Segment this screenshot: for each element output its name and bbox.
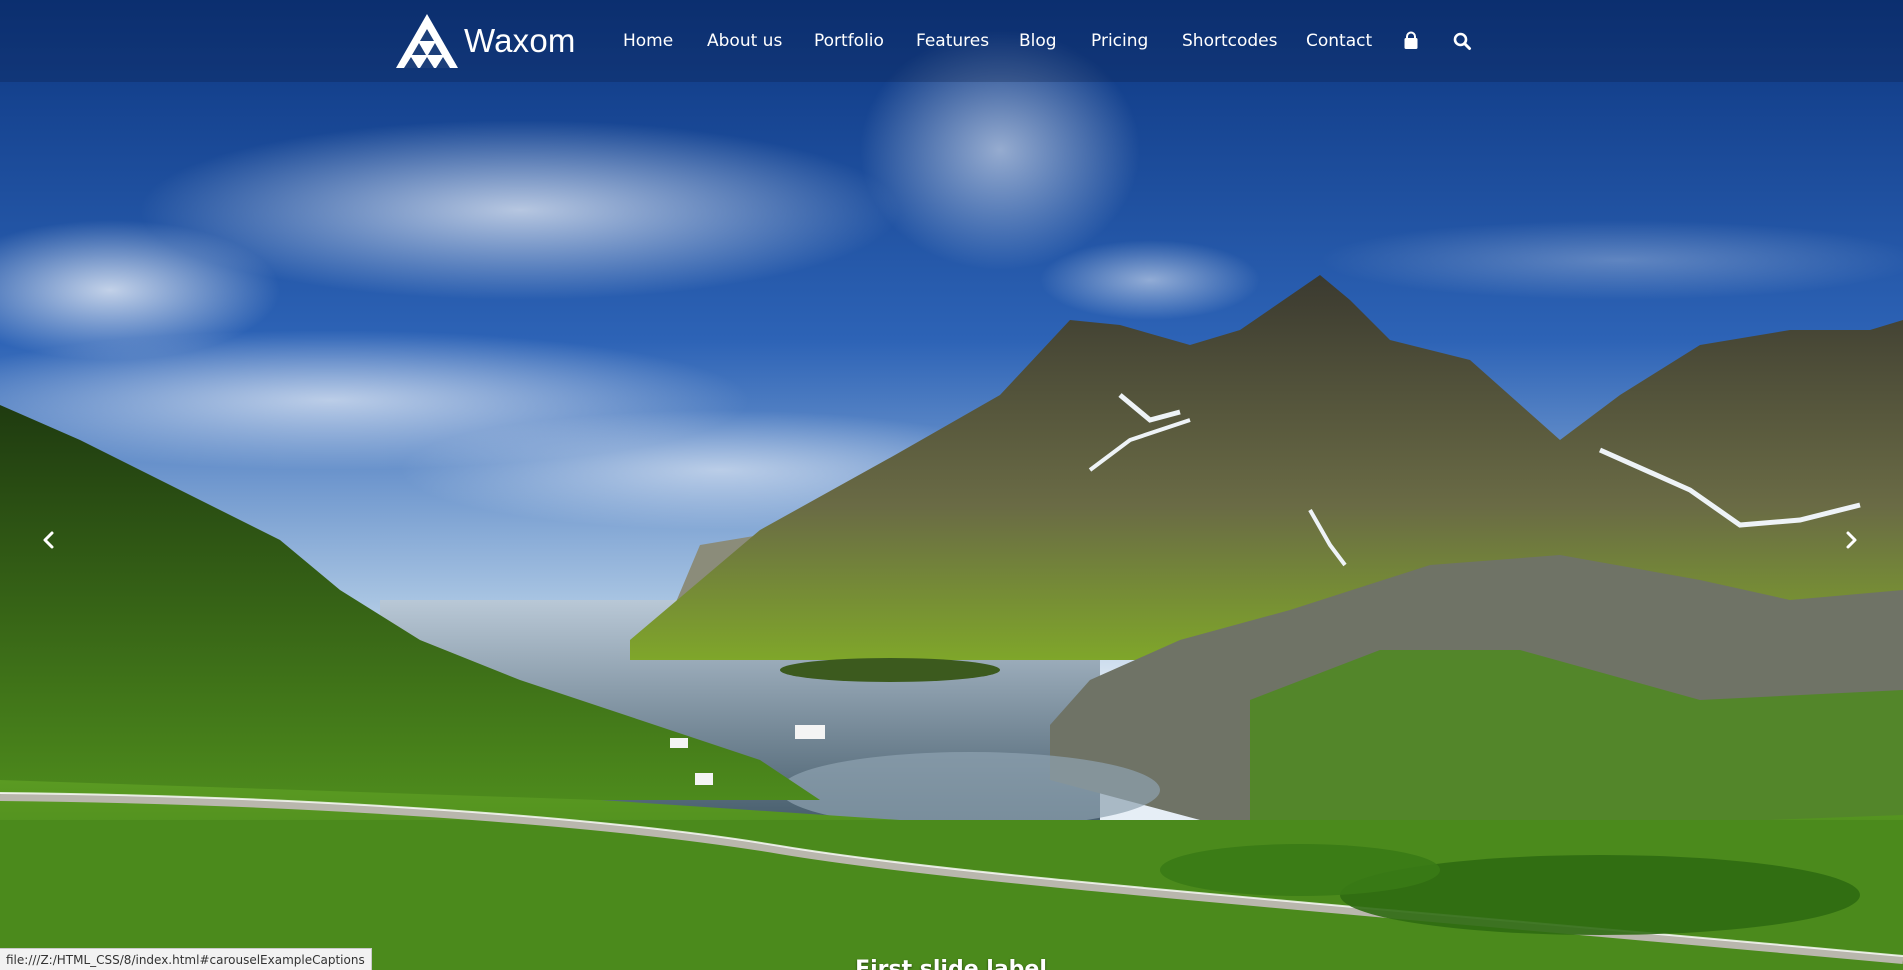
nav-item-contact[interactable]: Contact [1306, 28, 1372, 54]
landscape-background-image [0, 0, 1903, 970]
nav-item-pricing[interactable]: Pricing [1091, 28, 1148, 54]
browser-status-bar: file:///Z:/HTML_CSS/8/index.html#carouse… [0, 948, 372, 970]
nav-item-shortcodes[interactable]: Shortcodes [1182, 28, 1277, 54]
carousel-slide: Waxom Home About us Portfolio Features B… [0, 0, 1903, 970]
carousel-next-button[interactable] [1831, 520, 1871, 560]
carousel-prev-button[interactable] [29, 520, 69, 560]
chevron-right-icon [1846, 531, 1857, 549]
nav-item-about-us[interactable]: About us [707, 28, 782, 54]
navbar: Waxom Home About us Portfolio Features B… [0, 0, 1903, 82]
nav-item-features[interactable]: Features [916, 28, 989, 54]
nav-item-home[interactable]: Home [623, 28, 673, 54]
nav-item-portfolio[interactable]: Portfolio [814, 28, 884, 54]
shopping-bag-icon[interactable] [1401, 31, 1421, 51]
chevron-left-icon [43, 531, 54, 549]
nav-item-blog[interactable]: Blog [1019, 28, 1057, 54]
main-nav: Home About us Portfolio Features Blog Pr… [0, 0, 1903, 82]
carousel-caption-title: First slide label [855, 957, 1047, 970]
search-icon[interactable] [1452, 31, 1472, 51]
